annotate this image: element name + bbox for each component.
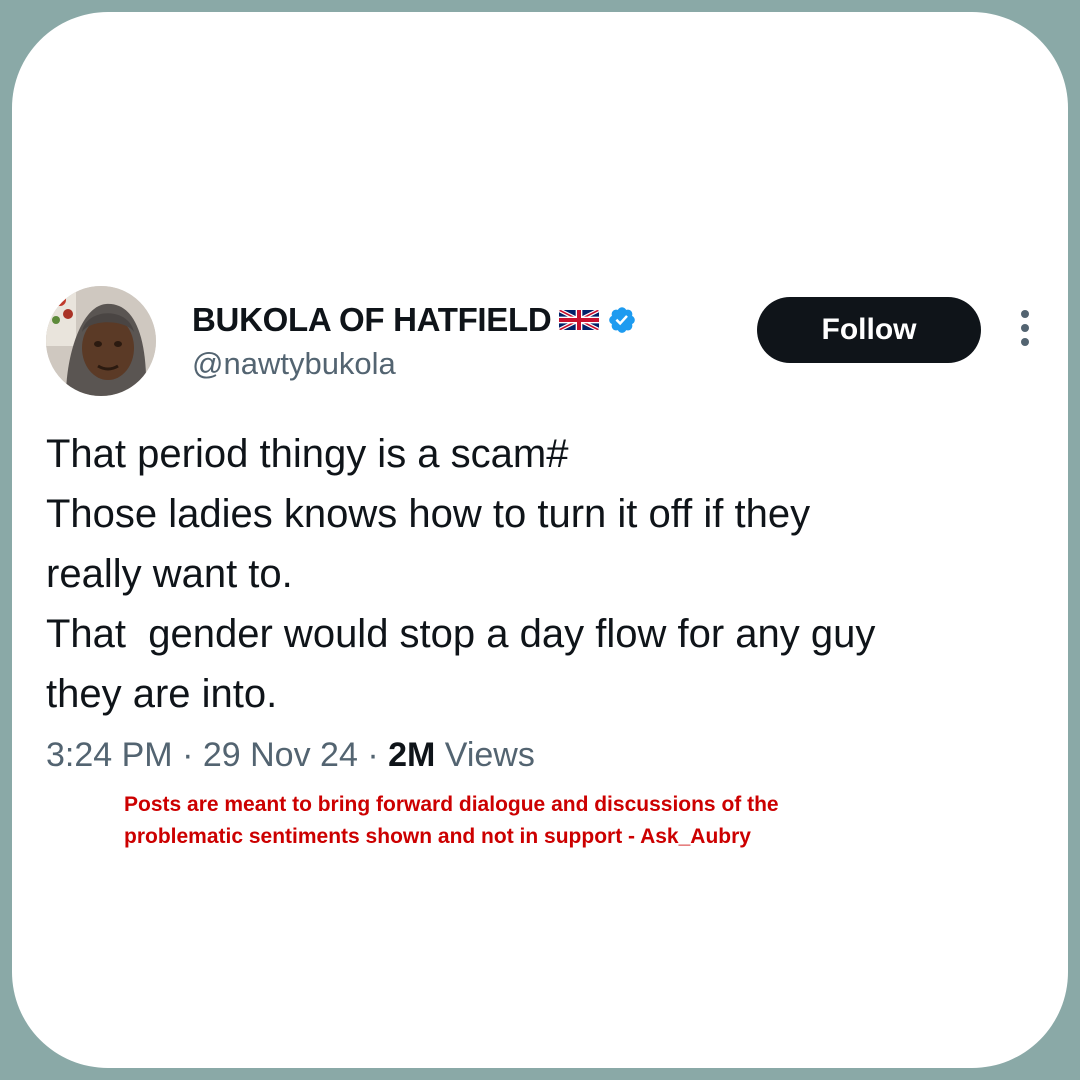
display-name[interactable]: BUKOLA OF HATFIELD	[192, 301, 552, 339]
meta-separator: ·	[182, 736, 194, 774]
uk-flag-icon	[559, 307, 600, 333]
tweet: BUKOLA OF HATFIELD @nawtybukola Follow T…	[12, 12, 1068, 1068]
disclaimer-line: Posts are meant to bring forward dialogu…	[124, 793, 779, 816]
views-label: Views	[444, 736, 535, 774]
tweet-time[interactable]: 3:24 PM	[46, 736, 173, 774]
post-card: BUKOLA OF HATFIELD @nawtybukola Follow T…	[12, 12, 1068, 1068]
follow-button[interactable]: Follow	[757, 297, 981, 363]
name-row: BUKOLA OF HATFIELD	[192, 300, 637, 340]
tweet-metadata: 3:24 PM · 29 Nov 24 · 2M Views	[46, 736, 535, 775]
disclaimer: Posts are meant to bring forward dialogu…	[124, 789, 1004, 853]
disclaimer-line: problematic sentiments shown and not in …	[124, 825, 751, 848]
views-count: 2M	[388, 736, 436, 774]
tweet-date[interactable]: 29 Nov 24	[203, 736, 358, 774]
user-handle[interactable]: @nawtybukola	[192, 346, 396, 382]
tweet-text-line: That period thingy is a scam#	[46, 432, 569, 476]
tweet-text-line: they are into.	[46, 672, 278, 716]
tweet-text: That period thingy is a scam# Those ladi…	[46, 424, 1036, 724]
tweet-text-line: Those ladies knows how to turn it off if…	[46, 492, 811, 536]
avatar[interactable]	[46, 286, 156, 396]
tweet-text-line: That gender would stop a day flow for an…	[46, 612, 876, 656]
more-options-icon[interactable]	[1015, 310, 1035, 354]
verified-badge-icon	[607, 305, 637, 335]
meta-separator: ·	[367, 736, 379, 774]
avatar-photo	[46, 286, 156, 396]
tweet-text-line: really want to.	[46, 552, 293, 596]
